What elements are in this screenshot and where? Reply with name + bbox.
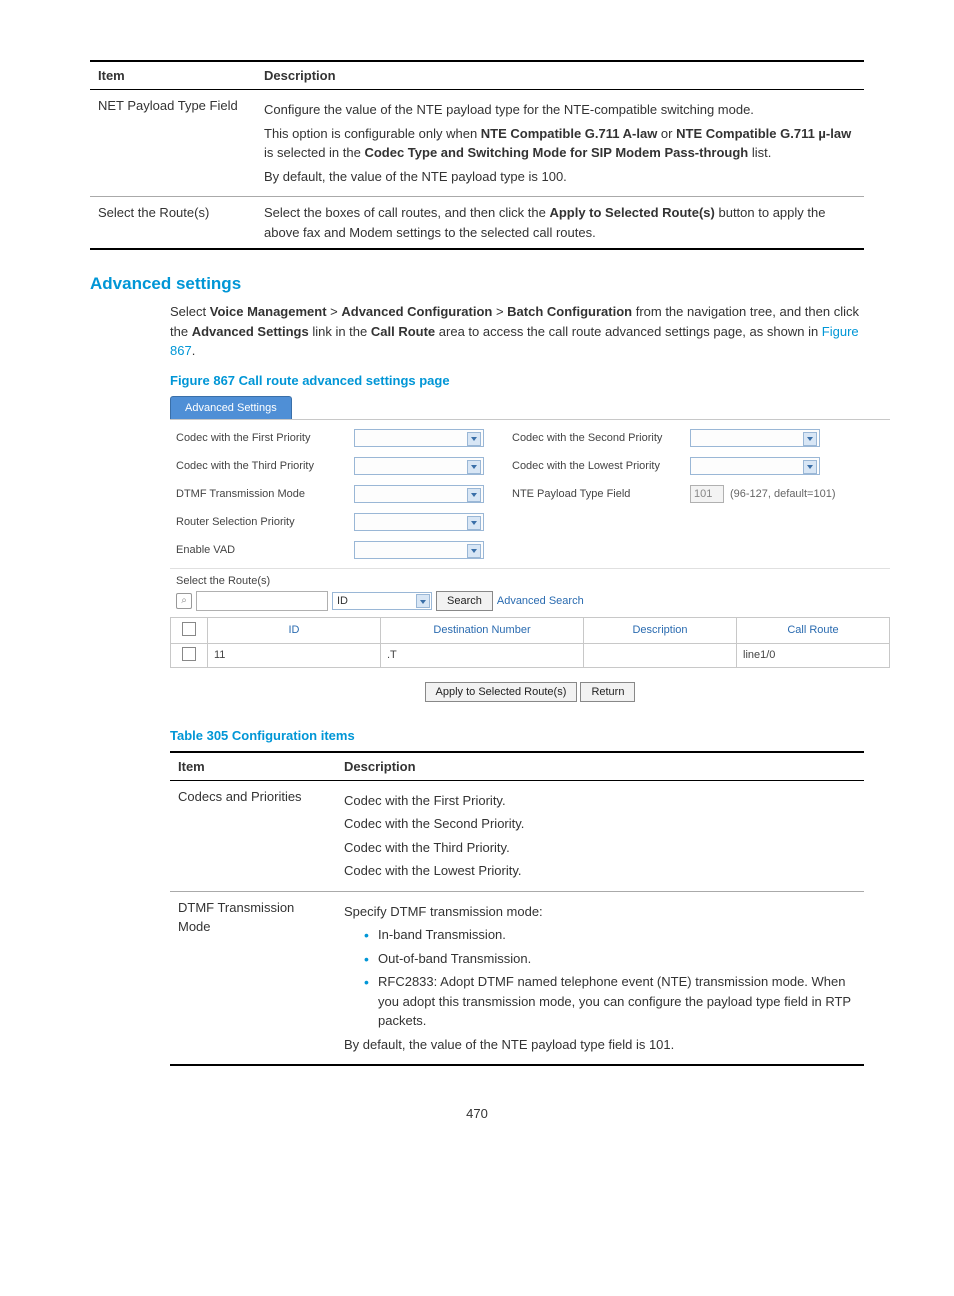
body-paragraph: Select Voice Management > Advanced Confi… — [170, 302, 864, 361]
search-icon: ⌕ — [176, 593, 192, 609]
col-description: Description — [256, 61, 864, 90]
label-codec4: Codec with the Lowest Priority — [512, 460, 682, 472]
select-codec1[interactable] — [354, 429, 484, 447]
search-button[interactable]: Search — [436, 591, 493, 611]
advanced-search-link[interactable]: Advanced Search — [497, 595, 584, 607]
col-id[interactable]: ID — [208, 617, 381, 643]
tab-advanced-settings[interactable]: Advanced Settings — [170, 396, 292, 419]
cell-dest: .T — [381, 643, 584, 667]
row-select-route-item: Select the Route(s) — [90, 197, 256, 250]
desc-line: By default, the value of the NTE payload… — [344, 1035, 856, 1055]
col-checkbox — [171, 617, 208, 643]
desc-line: Configure the value of the NTE payload t… — [264, 100, 856, 120]
select-vad[interactable] — [354, 541, 484, 559]
desc-line: Codec with the Third Priority. — [344, 838, 856, 858]
checkbox-row[interactable] — [182, 647, 196, 661]
row-net-payload-item: NET Payload Type Field — [90, 90, 256, 197]
row-codecs-item: Codecs and Priorities — [170, 780, 336, 891]
input-nte-payload[interactable]: 101 — [690, 485, 724, 503]
return-button[interactable]: Return — [580, 682, 635, 702]
desc-line: Codec with the Second Priority. — [344, 814, 856, 834]
select-router[interactable] — [354, 513, 484, 531]
search-input[interactable] — [196, 591, 328, 611]
label-select-routes: Select the Route(s) — [170, 568, 890, 587]
label-codec2: Codec with the Second Priority — [512, 432, 682, 444]
row-dtmf-item: DTMF Transmission Mode — [170, 891, 336, 1065]
checkbox-all[interactable] — [182, 622, 196, 636]
apply-button[interactable]: Apply to Selected Route(s) — [425, 682, 578, 702]
routes-table: ID Destination Number Description Call R… — [170, 617, 890, 668]
label-router: Router Selection Priority — [176, 516, 346, 528]
section-heading: Advanced settings — [90, 274, 864, 294]
col-item: Item — [170, 752, 336, 781]
col-description: Description — [336, 752, 864, 781]
table-305: Item Description Codecs and Priorities C… — [170, 751, 864, 1067]
row-net-payload-desc: Configure the value of the NTE payload t… — [256, 90, 864, 197]
page-number: 470 — [90, 1106, 864, 1121]
col-item: Item — [90, 61, 256, 90]
col-desc[interactable]: Description — [584, 617, 737, 643]
bullet-item: RFC2833: Adopt DTMF named telephone even… — [364, 972, 856, 1031]
bullet-item: In-band Transmission. — [364, 925, 856, 945]
desc-line: Codec with the Lowest Priority. — [344, 861, 856, 881]
label-nte: NTE Payload Type Field — [512, 488, 682, 500]
label-codec3: Codec with the Third Priority — [176, 460, 346, 472]
search-field-select[interactable]: ID — [332, 592, 432, 610]
label-dtmf: DTMF Transmission Mode — [176, 488, 346, 500]
cell-id: 11 — [208, 643, 381, 667]
label-vad: Enable VAD — [176, 544, 346, 556]
label-codec1: Codec with the First Priority — [176, 432, 346, 444]
figure-caption: Figure 867 Call route advanced settings … — [170, 373, 864, 388]
col-dest[interactable]: Destination Number — [381, 617, 584, 643]
row-select-route-desc: Select the boxes of call routes, and the… — [256, 197, 864, 250]
cell-desc — [584, 643, 737, 667]
cell-route: line1/0 — [737, 643, 890, 667]
bullet-item: Out-of-band Transmission. — [364, 949, 856, 969]
figure-867-screenshot: Advanced Settings Codec with the First P… — [170, 396, 890, 708]
row-dtmf-desc: Specify DTMF transmission mode: In-band … — [336, 891, 864, 1065]
desc-line: By default, the value of the NTE payload… — [264, 167, 856, 187]
row-codecs-desc: Codec with the First Priority. Codec wit… — [336, 780, 864, 891]
select-codec2[interactable] — [690, 429, 820, 447]
desc-line: Codec with the First Priority. — [344, 791, 856, 811]
hint-nte: (96-127, default=101) — [730, 488, 836, 500]
desc-line: Specify DTMF transmission mode: — [344, 902, 856, 922]
table-row: 11 .T line1/0 — [171, 643, 890, 667]
table-305-caption: Table 305 Configuration items — [170, 728, 864, 743]
table-304-cont: Item Description NET Payload Type Field … — [90, 60, 864, 250]
select-codec4[interactable] — [690, 457, 820, 475]
col-route[interactable]: Call Route — [737, 617, 890, 643]
select-codec3[interactable] — [354, 457, 484, 475]
select-dtmf[interactable] — [354, 485, 484, 503]
desc-line: This option is configurable only when NT… — [264, 124, 856, 163]
